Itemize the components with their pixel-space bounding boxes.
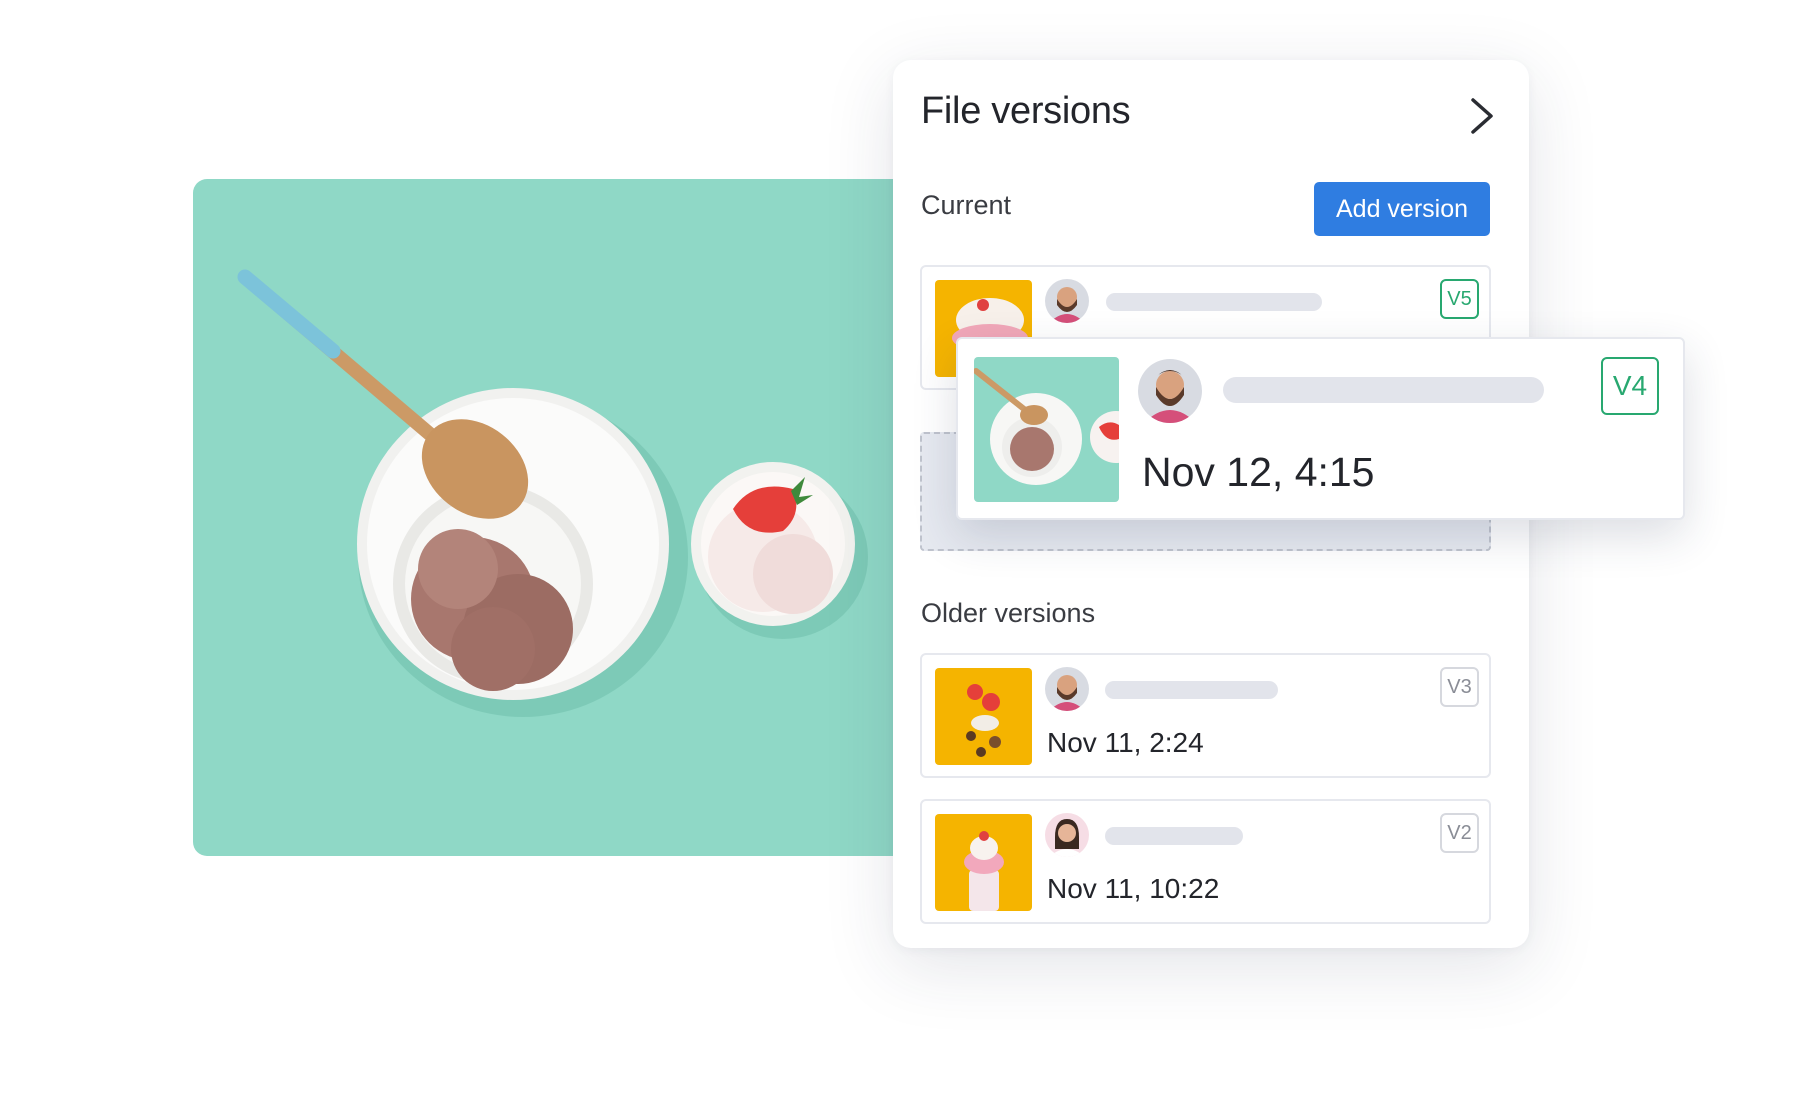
author-name-placeholder bbox=[1106, 293, 1322, 311]
author-name-placeholder bbox=[1223, 377, 1544, 403]
version-badge: V3 bbox=[1440, 667, 1479, 707]
version-thumbnail bbox=[935, 668, 1032, 765]
chevron-right-icon[interactable] bbox=[1463, 94, 1499, 138]
version-badge: V4 bbox=[1601, 357, 1659, 415]
avatar bbox=[1045, 667, 1089, 711]
avatar bbox=[1138, 359, 1202, 423]
version-thumbnail bbox=[935, 814, 1032, 911]
author-name-placeholder bbox=[1105, 827, 1243, 845]
author-name-placeholder bbox=[1105, 681, 1278, 699]
version-badge: V2 bbox=[1440, 813, 1479, 853]
version-date: Nov 12, 4:15 bbox=[1142, 449, 1375, 495]
version-badge: V5 bbox=[1440, 279, 1479, 319]
current-section-label: Current bbox=[921, 190, 1012, 220]
avatar bbox=[1045, 813, 1089, 857]
version-card-v3[interactable]: Nov 11, 2:24 V3 bbox=[920, 653, 1491, 778]
dragged-version-card[interactable]: Nov 12, 4:15 V4 bbox=[956, 337, 1685, 520]
version-date: Nov 11, 10:22 bbox=[1047, 873, 1220, 904]
version-date: Nov 11, 2:24 bbox=[1047, 727, 1204, 758]
older-versions-label: Older versions bbox=[921, 598, 1096, 628]
version-thumbnail bbox=[974, 357, 1119, 502]
panel-title: File versions bbox=[921, 90, 1131, 132]
version-card-v2[interactable]: Nov 11, 10:22 V2 bbox=[920, 799, 1491, 924]
add-version-button[interactable]: Add version bbox=[1314, 182, 1490, 236]
preview-image bbox=[193, 179, 910, 856]
avatar bbox=[1045, 279, 1089, 323]
